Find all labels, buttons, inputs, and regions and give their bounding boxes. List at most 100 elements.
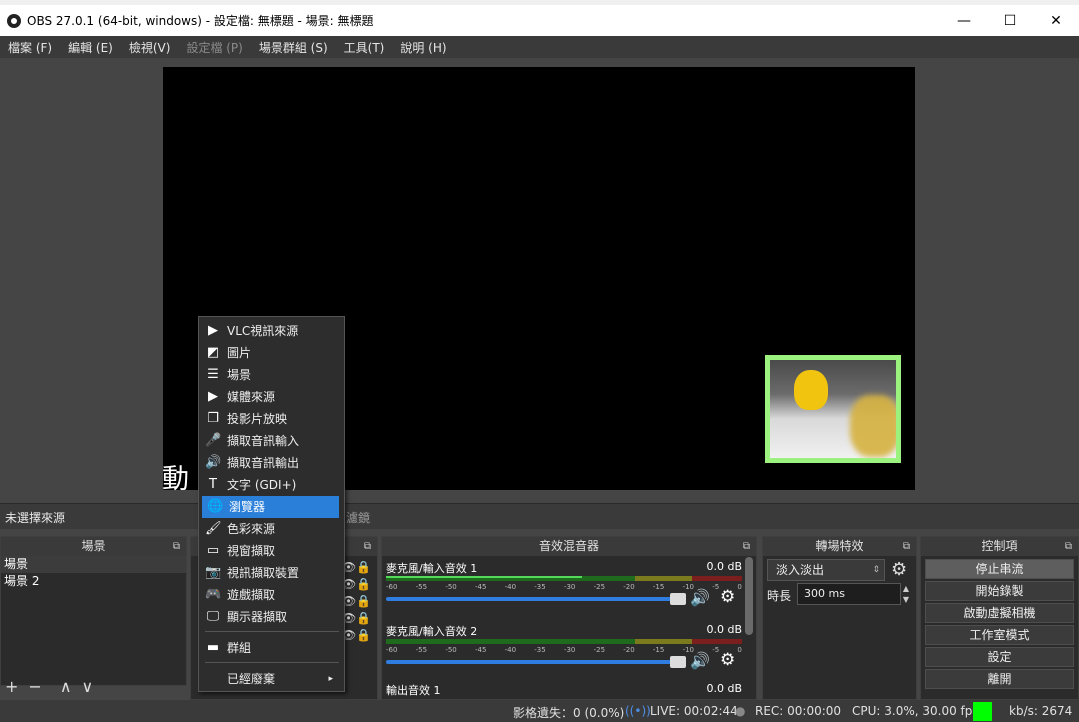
menu-item-12[interactable]: 📷 視訊擷取裝置 [200, 562, 343, 584]
menu-item-14[interactable]: 🖵 顯示器擷取 [200, 606, 343, 628]
window-icon: ▭ [206, 543, 220, 558]
meter-tick-label: -20 [623, 583, 635, 591]
menu-item-3[interactable]: ☰ 場景 [200, 364, 343, 386]
webcam-source-overlay[interactable] [765, 355, 901, 463]
start-recording-button[interactable]: 開始錄製 [925, 581, 1074, 601]
scenes-dock: 場景 ⧉ 場景 場景 2 [0, 536, 187, 686]
submenu-arrow-icon: ▸ [328, 674, 333, 684]
menu-item-13[interactable]: 🎮 遊戲擷取 [200, 584, 343, 606]
move-scene-down-icon[interactable]: ∨ [82, 677, 94, 696]
menu-item-label: 色彩來源 [227, 522, 276, 536]
menu-item-2[interactable]: ◩ 圖片 [200, 342, 343, 364]
menu-item-8[interactable]: T 文字 (GDI+) [200, 474, 343, 496]
menu-item-label: 文字 (GDI+) [227, 478, 297, 492]
volume-slider[interactable] [386, 593, 686, 605]
menu-item-10[interactable]: 🖌 色彩來源 [200, 518, 343, 540]
blurred-object [850, 395, 896, 457]
add-scene-icon[interactable]: + [5, 677, 18, 696]
meter-tick-label: 0 [737, 583, 742, 591]
meter-tick-label: -25 [593, 646, 606, 654]
mixer-scrollbar[interactable] [745, 557, 753, 635]
menu-separator [205, 662, 339, 663]
volume-slider-handle[interactable] [670, 593, 686, 605]
controls-dock-title: 控制項 ⧉ [921, 537, 1078, 556]
menu-file[interactable]: 檔案 (F) [0, 39, 60, 56]
menu-tools[interactable]: 工具(T) [336, 39, 393, 56]
transition-select[interactable]: 淡入淡出 ⇕ [767, 559, 885, 581]
eye-icon[interactable]: 👁🔒 [341, 559, 371, 576]
volume-slider-handle[interactable] [670, 656, 686, 668]
meter-tick-label: -40 [504, 583, 517, 591]
gear-icon[interactable]: ⚙ [891, 559, 907, 580]
eye-icon[interactable]: 👁🔒 [341, 627, 371, 644]
menu-item-label: 視窗擷取 [227, 544, 276, 558]
gear-icon[interactable]: ⚙ [720, 650, 735, 670]
menu-item-label: 投影片放映 [227, 412, 288, 426]
eye-icon[interactable]: 👁🔒 [341, 576, 371, 593]
undock-icon[interactable]: ⧉ [1065, 537, 1072, 556]
dropped-frames-text: 影格遺失：0 (0.0%) [513, 706, 625, 720]
duration-input[interactable]: 300 ms [797, 583, 901, 605]
transitions-dock: 轉場特效 ⧉ 淡入淡出 ⇕ ⚙ 時長 300 ms ▲ ▼ [762, 536, 917, 700]
menu-edit[interactable]: 編輯 (E) [60, 39, 121, 56]
live-broadcast-icon: ((•)) [625, 704, 651, 718]
menu-separator [205, 631, 339, 632]
undock-icon[interactable]: ⧉ [173, 537, 180, 556]
exit-button[interactable]: 離開 [925, 669, 1074, 689]
volume-slider[interactable] [386, 656, 686, 668]
minimize-button[interactable]: — [941, 5, 987, 36]
menu-item-15[interactable]: ▬ 群組 [200, 637, 343, 659]
filters-button[interactable]: 濾鏡 [346, 509, 370, 526]
slideshow-icon: ❐ [207, 411, 219, 426]
menu-view[interactable]: 檢視(V) [121, 39, 179, 56]
rec-time-text: REC: 00:00:00 [755, 704, 842, 718]
gear-icon[interactable]: ⚙ [720, 587, 735, 607]
transition-selected-value: 淡入淡出 [776, 563, 825, 577]
menu-item-1[interactable]: ▶ VLC視訊來源 [200, 320, 343, 342]
speaker-icon[interactable]: 🔊 [690, 588, 710, 607]
meter-tick-label: -15 [652, 646, 665, 654]
close-button[interactable]: ✕ [1033, 5, 1079, 36]
eye-icon[interactable]: 👁🔒 [341, 610, 371, 627]
image-icon: ◩ [206, 345, 220, 360]
menu-item-4[interactable]: ▶ 媒體來源 [200, 386, 343, 408]
scenes-title-text: 場景 [81, 539, 106, 553]
undock-icon[interactable]: ⧉ [903, 537, 910, 556]
menu-help[interactable]: 說明 (H) [392, 39, 454, 56]
settings-button[interactable]: 設定 [925, 647, 1074, 667]
menu-item-5[interactable]: ❐ 投影片放映 [200, 408, 343, 430]
source-visibility-icons[interactable]: 👁🔒 👁🔒 👁🔒 👁🔒 👁🔒 [341, 559, 371, 644]
menu-item-6[interactable]: 🎤 擷取音訊輸入 [200, 430, 343, 452]
duration-spinner[interactable]: ▲ ▼ [899, 583, 913, 605]
scene-item[interactable]: 場景 [1, 556, 186, 573]
meter-tick-label: -30 [563, 646, 576, 654]
speaker-icon[interactable]: 🔊 [690, 651, 710, 670]
stop-streaming-button[interactable]: 停止串流 [925, 559, 1074, 579]
menu-item-11[interactable]: ▭ 視窗擷取 [200, 540, 343, 562]
move-scene-up-icon[interactable]: ∧ [60, 677, 72, 696]
scene-item[interactable]: 場景 2 [1, 573, 186, 590]
menu-scene-collection[interactable]: 場景群組 (S) [251, 39, 336, 56]
brush-icon: 🖌 [205, 521, 222, 536]
menu-profile[interactable]: 設定檔 (P) [178, 39, 250, 56]
menu-item-label: 群組 [227, 641, 252, 655]
remove-scene-icon[interactable]: − [28, 677, 41, 696]
eye-icon[interactable]: 👁🔒 [341, 593, 371, 610]
menu-item-16[interactable]: 已經廢棄 ▸ [200, 668, 343, 690]
menu-item-9[interactable]: 🌐 瀏覽器 [202, 496, 339, 518]
studio-mode-button[interactable]: 工作室模式 [925, 625, 1074, 645]
speaker-icon: 🔊 [205, 455, 222, 470]
live-time-text: LIVE: 00:02:44 [650, 704, 738, 718]
menu-item-7[interactable]: 🔊 擷取音訊輸出 [200, 452, 343, 474]
menu-item-label: 視訊擷取裝置 [227, 566, 300, 580]
globe-icon: 🌐 [207, 499, 224, 514]
start-virtual-camera-button[interactable]: 啟動虛擬相機 [925, 603, 1074, 623]
meter-tick-label: -15 [652, 583, 665, 591]
maximize-button[interactable]: ☐ [987, 5, 1033, 36]
folder-icon: ▬ [206, 640, 220, 655]
meter-tick-label: -60 [386, 583, 398, 591]
channel-db: 0.0 dB [706, 560, 742, 573]
controls-title-text: 控制項 [981, 539, 1018, 553]
undock-icon[interactable]: ⧉ [364, 537, 371, 556]
undock-icon[interactable]: ⧉ [743, 537, 750, 556]
